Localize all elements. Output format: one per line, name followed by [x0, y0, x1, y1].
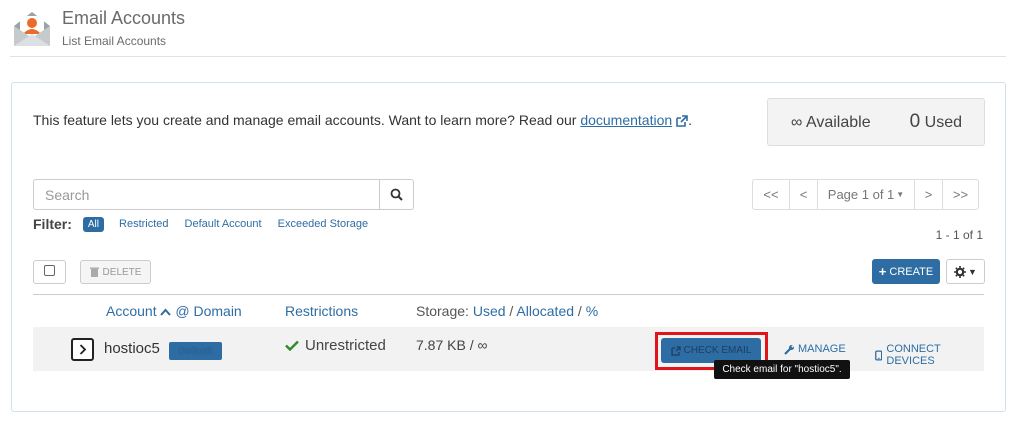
- account-column-header[interactable]: Account @ Domain: [106, 303, 242, 319]
- delete-label: DELETE: [102, 266, 142, 278]
- pagination: << < Page 1 of 1 ▼ > >>: [752, 179, 979, 210]
- check-email-tooltip: Check email for "hostioc5".: [714, 360, 850, 379]
- select-all-checkbox[interactable]: [33, 260, 66, 284]
- account-stats: ∞ Available 0 Used: [767, 98, 985, 146]
- expand-row-button[interactable]: [71, 338, 94, 361]
- infinity-icon: ∞: [791, 114, 803, 131]
- search-icon: [390, 188, 403, 201]
- filter-exceeded-storage[interactable]: Exceeded Storage: [278, 218, 369, 230]
- wrench-icon: [784, 344, 794, 355]
- filter-label: Filter:: [33, 216, 72, 232]
- email-accounts-panel: This feature lets you create and manage …: [11, 82, 1006, 412]
- filter-all[interactable]: All: [82, 216, 105, 232]
- domain-sort-label[interactable]: @ Domain: [175, 303, 241, 319]
- filter-default-account[interactable]: Default Account: [185, 218, 262, 230]
- external-link-icon[interactable]: [675, 114, 688, 128]
- used-label: Used: [924, 114, 962, 131]
- used-count: 0: [909, 111, 921, 132]
- page-label: Page 1 of 1: [827, 187, 895, 202]
- account-sort-label: Account: [106, 303, 157, 319]
- available-label: Available: [805, 114, 871, 131]
- email-accounts-icon: [14, 12, 50, 46]
- mobile-device-icon: [875, 350, 883, 360]
- filter-restricted[interactable]: Restricted: [119, 218, 169, 230]
- storage-prefix: Storage:: [416, 303, 469, 319]
- first-page-button[interactable]: <<: [752, 179, 790, 210]
- restriction-status: Unrestricted: [285, 337, 386, 354]
- used-stat: 0 Used: [910, 111, 962, 133]
- result-count: 1 - 1 of 1: [935, 228, 983, 242]
- search-button[interactable]: [379, 179, 414, 210]
- trash-icon: [89, 267, 99, 277]
- sort-allocated-link[interactable]: Allocated: [516, 303, 574, 319]
- chevron-right-icon: [79, 344, 86, 355]
- checkmark-icon: [285, 340, 299, 351]
- sort-percent-link[interactable]: %: [586, 303, 598, 319]
- checkbox-box: [44, 265, 55, 276]
- create-label: CREATE: [889, 265, 934, 278]
- page-select[interactable]: Page 1 of 1 ▼: [817, 179, 915, 210]
- manage-link[interactable]: MANAGE: [784, 343, 846, 355]
- intro-text: This feature lets you create and manage …: [33, 112, 692, 128]
- intro-sentence: This feature lets you create and manage …: [33, 112, 581, 128]
- page-title: Email Accounts: [62, 8, 186, 28]
- caret-down-icon: ▼: [968, 266, 977, 277]
- manage-label: MANAGE: [798, 343, 846, 355]
- search-group: [33, 179, 414, 210]
- check-email-label: CHECK EMAIL: [683, 345, 752, 356]
- storage-column-header: Storage: Used / Allocated / %: [416, 303, 599, 319]
- delete-button[interactable]: DELETE: [80, 260, 151, 284]
- page-subtitle: List Email Accounts: [62, 34, 167, 48]
- restriction-label: Unrestricted: [305, 337, 386, 354]
- table-header: Account @ Domain Restrictions Storage: U…: [33, 294, 984, 327]
- next-page-button[interactable]: >: [914, 179, 943, 210]
- search-input[interactable]: [33, 179, 380, 210]
- default-badge: Default: [169, 342, 222, 360]
- connect-devices-label: CONNECT DEVICES: [886, 343, 941, 367]
- sort-used-link[interactable]: Used: [473, 303, 506, 319]
- storage-value: 7.87 KB / ∞: [416, 337, 488, 353]
- external-link-icon: [670, 345, 681, 356]
- filter-bar: Filter: All Restricted Default Account E…: [33, 216, 384, 232]
- intro-suffix: .: [688, 112, 693, 128]
- settings-dropdown-button[interactable]: ▼: [946, 259, 985, 284]
- available-stat: ∞ Available: [791, 114, 871, 132]
- last-page-button[interactable]: >>: [942, 179, 979, 210]
- create-button[interactable]: + CREATE: [872, 259, 940, 284]
- account-name: hostioc5: [104, 340, 160, 357]
- prev-page-button[interactable]: <: [789, 179, 818, 210]
- gear-icon: [954, 265, 967, 278]
- connect-devices-link[interactable]: CONNECT DEVICES: [875, 343, 984, 367]
- documentation-link[interactable]: documentation: [580, 112, 672, 128]
- sort-ascending-icon: [160, 308, 172, 316]
- page-header: Email Accounts List Email Accounts: [10, 3, 1006, 57]
- caret-down-icon: ▼: [896, 190, 905, 199]
- restrictions-column-header[interactable]: Restrictions: [285, 303, 358, 319]
- plus-icon: +: [878, 264, 887, 279]
